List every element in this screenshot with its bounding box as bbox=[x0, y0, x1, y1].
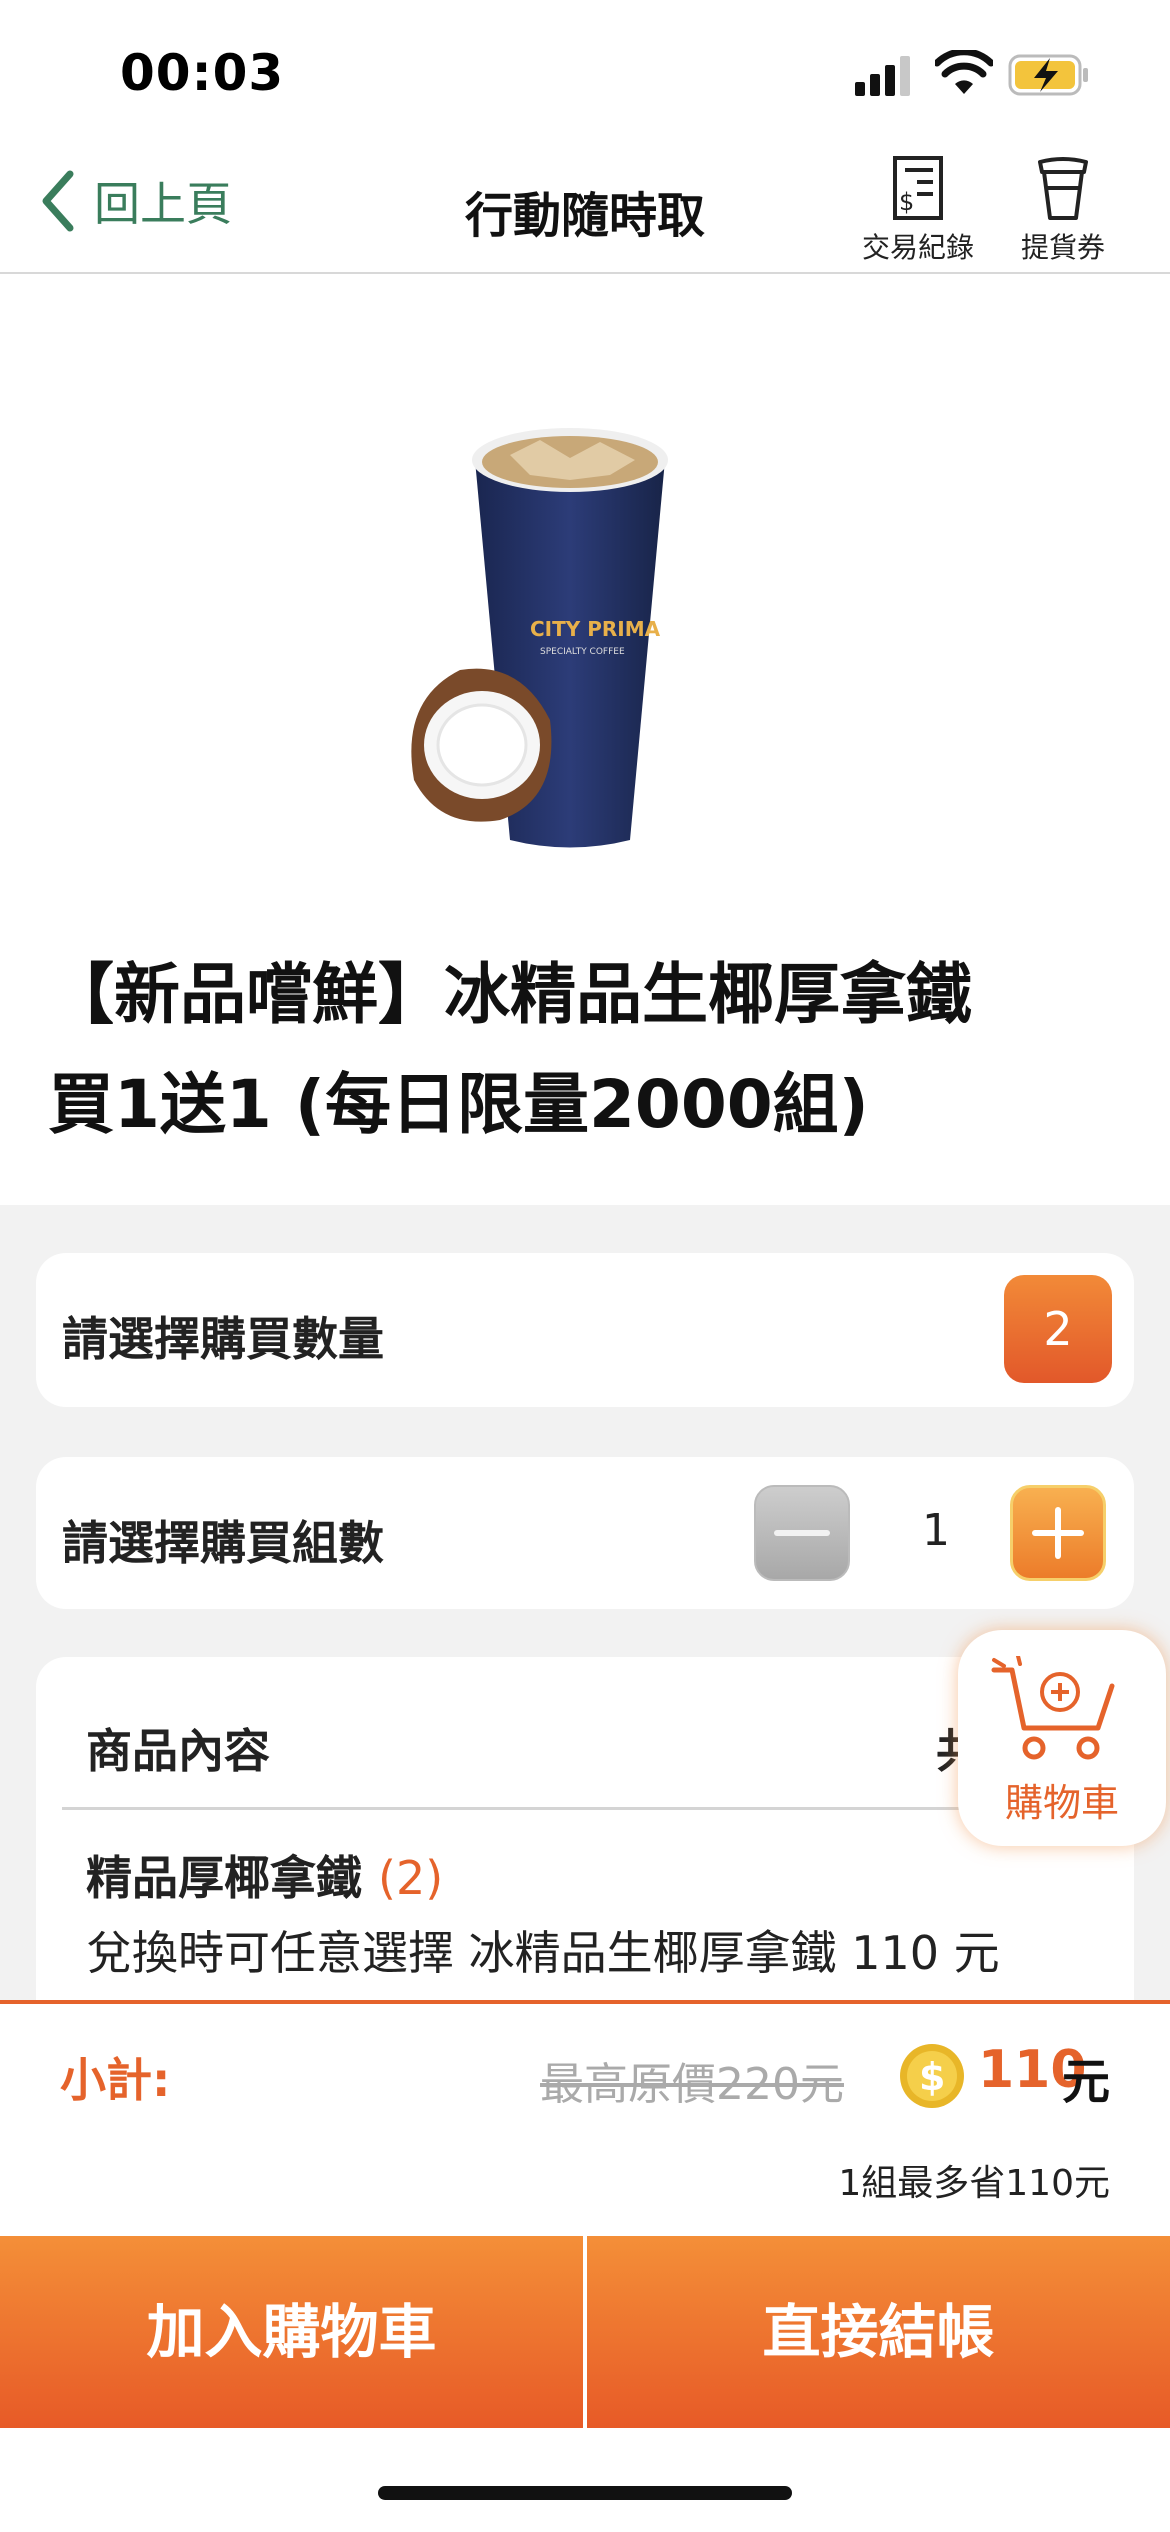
svg-text:$: $ bbox=[899, 188, 914, 216]
cart-add-icon bbox=[991, 1656, 1115, 1760]
quantity-card: 請選擇購買數量 2 bbox=[36, 1253, 1134, 1407]
pickup-voucher-button[interactable]: 提貨券 bbox=[998, 154, 1128, 266]
quantity-selector[interactable]: 2 bbox=[1004, 1275, 1112, 1383]
transaction-history-label: 交易紀錄 bbox=[861, 231, 974, 264]
floating-cart-button[interactable]: 購物車 bbox=[958, 1630, 1166, 1846]
product-title-line2: 買1送1 (每日限量2000組) bbox=[48, 1066, 869, 1143]
sets-label: 請選擇購買組數 bbox=[62, 1516, 384, 1570]
svg-text:CITY PRIMA: CITY PRIMA bbox=[530, 617, 661, 641]
nav-bar: 回上頁 行動隨時取 $ 交易紀錄 提貨券 bbox=[0, 140, 1170, 274]
add-to-cart-button[interactable]: 加入購物車 bbox=[0, 2236, 583, 2428]
minus-icon bbox=[774, 1530, 830, 1536]
chevron-left-icon bbox=[42, 170, 74, 232]
item-name-text: 精品厚椰拿鐵 bbox=[86, 1851, 362, 1905]
options-section: 請選擇購買數量 2 請選擇購買組數 1 商品內容 共 精品厚椰拿鐵 (2) 兌換… bbox=[0, 1205, 1170, 2077]
battery-charging-icon bbox=[1008, 54, 1088, 96]
product-title-line1: 【新品嚐鮮】冰精品生椰厚拿鐵 bbox=[48, 956, 972, 1033]
savings-note: 1組最多省110元 bbox=[838, 2163, 1110, 2204]
content-item-desc: 兌換時可任意選擇 冰精品生椰厚拿鐵 110 元 bbox=[86, 1926, 1000, 1980]
back-label: 回上頁 bbox=[94, 177, 232, 231]
divider bbox=[62, 1807, 1112, 1810]
product-image: CITY PRIMA SPECIALTY COFFEE bbox=[411, 428, 668, 848]
subtotal-bar: 小計: 最高原價220元 $ 110 元 1組最多省110元 bbox=[0, 2000, 1170, 2236]
home-indicator[interactable] bbox=[378, 2486, 792, 2500]
cellular-signal-icon bbox=[855, 56, 910, 96]
receipt-dollar-icon: $ bbox=[893, 156, 943, 220]
increment-button[interactable] bbox=[1010, 1485, 1106, 1581]
checkout-button[interactable]: 直接結帳 bbox=[587, 2236, 1170, 2428]
bottom-actions: 加入購物車 直接結帳 bbox=[0, 2236, 1170, 2428]
subtotal-label: 小計: bbox=[60, 2053, 171, 2107]
svg-text:SPECIALTY COFFEE: SPECIALTY COFFEE bbox=[540, 647, 625, 657]
status-time: 00:03 bbox=[120, 44, 285, 102]
original-price: 最高原價220元 bbox=[540, 2059, 844, 2110]
sets-card: 請選擇購買組數 1 bbox=[36, 1457, 1134, 1609]
pickup-voucher-label: 提貨券 bbox=[1020, 231, 1105, 264]
sets-value: 1 bbox=[922, 1505, 950, 1556]
decrement-button[interactable] bbox=[754, 1485, 850, 1581]
wifi-icon bbox=[935, 50, 993, 94]
status-bar: 00:03 bbox=[0, 0, 1170, 140]
content-item-name: 精品厚椰拿鐵 (2) bbox=[86, 1842, 443, 1908]
transaction-history-button[interactable]: $ 交易紀錄 bbox=[853, 154, 983, 266]
price-unit: 元 bbox=[1062, 2054, 1111, 2110]
floating-cart-label: 購物車 bbox=[1004, 1781, 1119, 1825]
quantity-label: 請選擇購買數量 bbox=[62, 1312, 384, 1366]
coin-dollar-icon: $ bbox=[900, 2044, 964, 2108]
plus-icon bbox=[1032, 1507, 1084, 1559]
svg-text:$: $ bbox=[919, 2055, 945, 2099]
contents-header: 商品內容 bbox=[86, 1724, 270, 1778]
back-button[interactable]: 回上頁 bbox=[38, 166, 232, 236]
coffee-cup-icon bbox=[1038, 157, 1088, 220]
item-qty: (2) bbox=[378, 1851, 444, 1905]
product-title: 【新品嚐鮮】冰精品生椰厚拿鐵 買1送1 (每日限量2000組) bbox=[48, 940, 1138, 1160]
